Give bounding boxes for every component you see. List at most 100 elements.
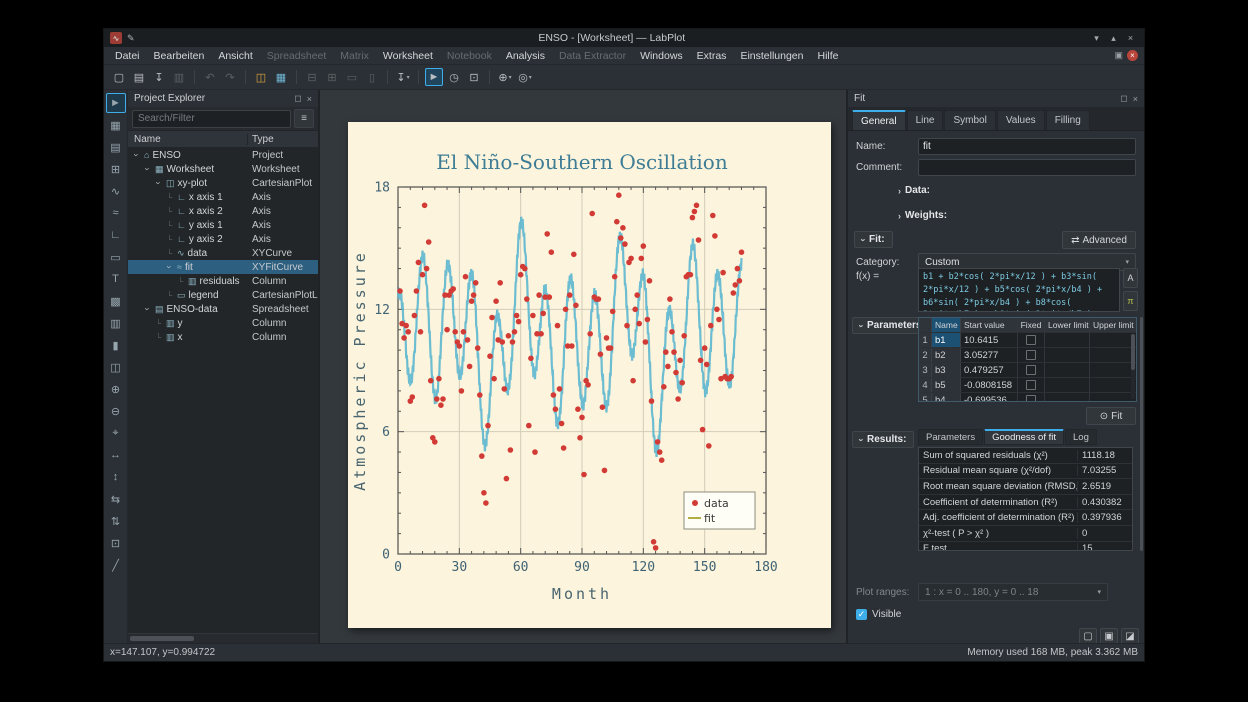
add-fit-curve-tool[interactable]: ≈ <box>106 203 126 223</box>
expander-icon[interactable]: › <box>154 179 164 188</box>
save-project-button[interactable]: ↧ <box>150 68 168 86</box>
param-start-value-cell[interactable]: -0.699536 <box>961 393 1018 402</box>
param-name-cell[interactable]: b2 <box>932 348 961 362</box>
menu-worksheet[interactable]: Worksheet <box>376 50 440 62</box>
add-axis-tool[interactable]: ∟ <box>106 225 126 245</box>
tab-values[interactable]: Values <box>997 110 1045 130</box>
column-header-name[interactable]: Name <box>128 134 248 145</box>
zoom-out-tool[interactable]: ⊖ <box>106 401 126 421</box>
x-axis-label[interactable]: Month <box>552 585 612 603</box>
advanced-button[interactable]: ⇄Advanced <box>1062 231 1136 249</box>
open-project-button[interactable]: ▤ <box>130 68 148 86</box>
new-spreadsheet-button[interactable]: ▦ <box>272 68 290 86</box>
restore-mdi-window-icon[interactable]: ▣ <box>1114 50 1123 61</box>
param-lower-limit-cell[interactable] <box>1045 378 1090 392</box>
search-input[interactable] <box>132 110 291 128</box>
tree-row-x-axis-1[interactable]: └∟x axis 1Axis <box>128 190 318 204</box>
close-dock-icon[interactable]: × <box>307 94 312 104</box>
zoom-in-tool[interactable]: ⊕ <box>106 379 126 399</box>
scrollbar-handle[interactable] <box>130 636 194 641</box>
menu-bearbeiten[interactable]: Bearbeiten <box>147 50 212 62</box>
add-worksheet-tool[interactable]: ▦ <box>106 115 126 135</box>
param-col-header[interactable]: Name <box>932 318 961 332</box>
param-upper-limit-cell[interactable] <box>1090 393 1136 402</box>
add-image-tool[interactable]: ▩ <box>106 291 126 311</box>
redo-button[interactable]: ↷ <box>221 68 239 86</box>
param-upper-limit-cell[interactable] <box>1090 363 1136 377</box>
add-matrix-tool[interactable]: ⊞ <box>106 159 126 179</box>
constants-list-button[interactable]: π <box>1123 291 1138 311</box>
tree-row-fit[interactable]: ›≈fitXYFitCurve <box>128 260 318 274</box>
plot-ranges-select[interactable]: 1 : x = 0 .. 180, y = 0 .. 18▾ <box>918 583 1108 601</box>
tree-row-data[interactable]: └∿dataXYCurve <box>128 246 318 260</box>
tab-symbol[interactable]: Symbol <box>944 110 995 130</box>
param-lower-limit-cell[interactable] <box>1045 348 1090 362</box>
magnification-button[interactable]: ◎▾ <box>516 68 534 86</box>
expander-icon[interactable]: › <box>132 151 142 160</box>
zoom-select-mode-button[interactable]: ⊡ <box>465 68 483 86</box>
filter-options-button[interactable]: ≡ <box>294 109 314 128</box>
param-col-header[interactable]: Upper limit <box>1090 318 1136 332</box>
tree-row-x[interactable]: └▥xColumn <box>128 330 318 344</box>
zoom-x-tool[interactable]: ↔ <box>106 445 126 465</box>
results-tab-parameters[interactable]: Parameters <box>918 429 983 445</box>
param-name-cell[interactable]: b4 <box>932 393 961 402</box>
undo-button[interactable]: ↶ <box>201 68 219 86</box>
tree-row-y-axis-2[interactable]: └∟y axis 2Axis <box>128 232 318 246</box>
maximize-button[interactable]: ▴ <box>1106 33 1121 44</box>
close-mdi-window-icon[interactable]: × <box>1127 50 1138 61</box>
weights-section-toggle[interactable]: ›Weights: <box>898 210 947 221</box>
menu-datei[interactable]: Datei <box>108 50 147 62</box>
navigate-mode-button[interactable]: ◷ <box>445 68 463 86</box>
plot-legend[interactable]: datafit <box>684 492 755 529</box>
expander-icon[interactable]: › <box>143 305 153 314</box>
shift-up-y-tool[interactable]: ⇅ <box>106 511 126 531</box>
fit-section-toggle[interactable]: ›Fit: <box>854 231 893 248</box>
params-table-scrollbar[interactable] <box>1131 334 1135 399</box>
template-load-button[interactable]: ▢ <box>1079 628 1097 643</box>
tree-row-residuals[interactable]: └▥residualsColumn <box>128 274 318 288</box>
zoom-button[interactable]: ⊕▾ <box>496 68 514 86</box>
data-section-toggle[interactable]: ›Data: <box>898 185 930 196</box>
add-spreadsheet-tool[interactable]: ▤ <box>106 137 126 157</box>
tree-row-y[interactable]: └▥yColumn <box>128 316 318 330</box>
param-start-value-cell[interactable]: 0.479257 <box>961 363 1018 377</box>
tab-filling[interactable]: Filling <box>1046 110 1090 130</box>
fixed-checkbox[interactable] <box>1026 335 1036 345</box>
shift-left-x-tool[interactable]: ⇆ <box>106 489 126 509</box>
new-worksheet-button[interactable]: ◫ <box>252 68 270 86</box>
layout-break-button[interactable]: ▯ <box>363 68 381 86</box>
add-legend-tool[interactable]: ▭ <box>106 247 126 267</box>
float-dock-icon[interactable]: ◻ <box>1120 93 1127 104</box>
scrollbar-handle[interactable] <box>1131 334 1135 370</box>
param-name-cell[interactable]: b3 <box>932 363 961 377</box>
close-button[interactable]: × <box>1123 33 1138 44</box>
expander-icon[interactable]: › <box>165 263 175 272</box>
add-bar-plot-tool[interactable]: ▮ <box>106 335 126 355</box>
minimize-button[interactable]: ▾ <box>1089 33 1104 44</box>
menu-windows[interactable]: Windows <box>633 50 690 62</box>
auto-scale-tool[interactable]: ⊡ <box>106 533 126 553</box>
tab-line[interactable]: Line <box>907 110 944 130</box>
y-axis-label[interactable]: Atmospheric Pressure <box>351 250 369 491</box>
dock-vertical-scrollbar[interactable] <box>1140 317 1143 551</box>
menu-hilfe[interactable]: Hilfe <box>810 50 845 62</box>
tree-row-enso[interactable]: ›⌂ENSOProject <box>128 148 318 162</box>
tree-row-enso-data[interactable]: ›▤ENSO-dataSpreadsheet <box>128 302 318 316</box>
tree-row-legend[interactable]: └▭legendCartesianPlotLegend <box>128 288 318 302</box>
print-button[interactable]: ▥ <box>170 68 188 86</box>
param-col-header[interactable]: Start value <box>961 318 1018 332</box>
tree-row-y-axis-1[interactable]: └∟y axis 1Axis <box>128 218 318 232</box>
name-field[interactable] <box>918 138 1136 155</box>
tree-row-x-axis-2[interactable]: └∟x axis 2Axis <box>128 204 318 218</box>
fixed-checkbox[interactable] <box>1026 380 1036 390</box>
param-name-cell[interactable]: b5 <box>932 378 961 392</box>
param-start-value-cell[interactable]: 10.6415 <box>961 333 1018 347</box>
formula-editor[interactable]: b1 + b2*cos( 2*pi*x/12 ) + b3*sin( 2*pi*… <box>918 268 1120 312</box>
results-tab-log[interactable]: Log <box>1065 429 1097 445</box>
menu-analysis[interactable]: Analysis <box>499 50 552 62</box>
menu-extras[interactable]: Extras <box>690 50 734 62</box>
fixed-checkbox[interactable] <box>1026 365 1036 375</box>
zoom-y-tool[interactable]: ↕ <box>106 467 126 487</box>
export-worksheet-button[interactable]: ↧▾ <box>394 68 412 86</box>
